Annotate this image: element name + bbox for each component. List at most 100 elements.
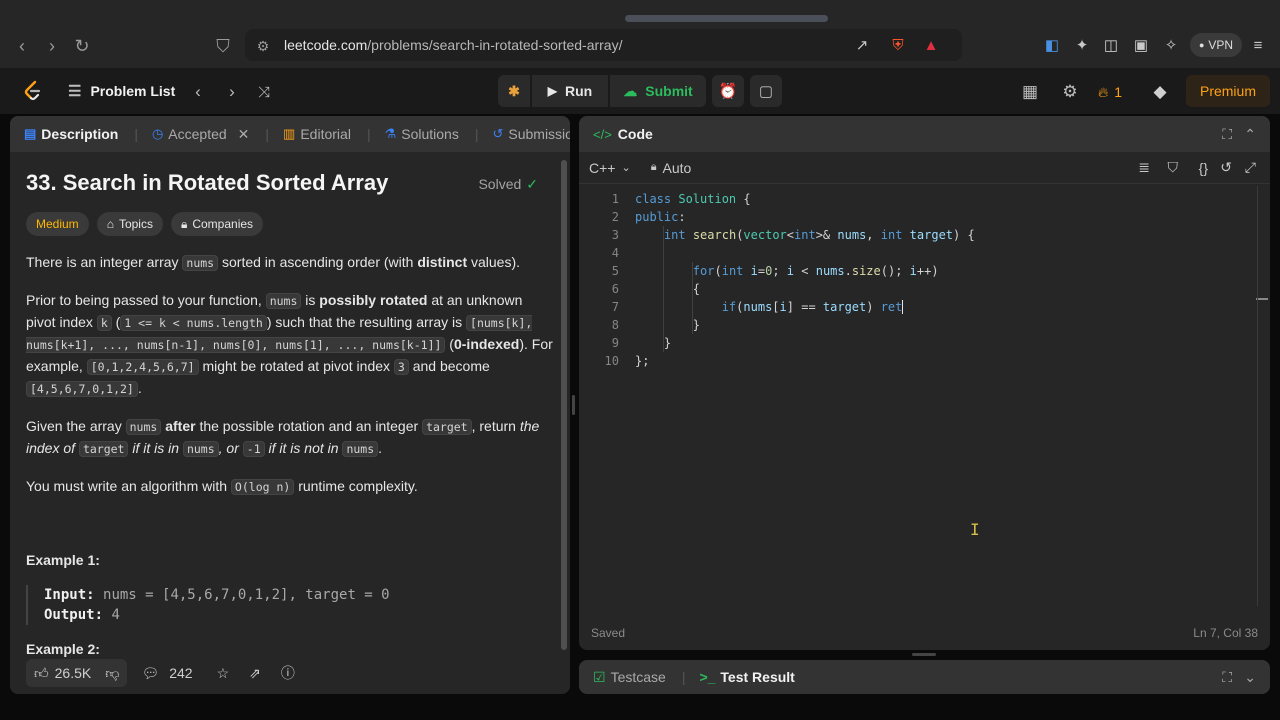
collapse-up-icon[interactable]: ⌃	[1244, 126, 1256, 143]
tab-description[interactable]: ▤ Description	[24, 126, 118, 142]
terminal-icon: >_	[699, 669, 716, 685]
streak-counter[interactable]: 🔥︎ 1	[1098, 80, 1138, 104]
document-icon: ▤	[24, 126, 37, 141]
auto-mode-button[interactable]: 🔒︎ Auto	[651, 160, 692, 176]
example-1-output: Output: 4	[44, 607, 120, 623]
code-line: 6 {	[611, 282, 701, 296]
code-icon: </>	[593, 126, 612, 142]
chevron-down-icon: ⌄	[621, 162, 631, 174]
panel-resize-handle[interactable]	[572, 395, 575, 415]
topics-button[interactable]: ⌂ Topics	[96, 212, 163, 236]
companies-button[interactable]: 🔒︎ Companies	[170, 212, 264, 236]
description-paragraph-3: Given the array nums after the possible …	[26, 418, 540, 457]
braces-icon[interactable]: {}	[1199, 160, 1208, 176]
vpn-button[interactable]: ● VPN	[1190, 33, 1242, 57]
translate-icon[interactable]: ◧	[1042, 35, 1062, 55]
shuffle-icon[interactable]: ⤨	[252, 80, 276, 104]
debug-button[interactable]: ✱	[498, 75, 530, 107]
solved-badge: Solved ✓	[478, 174, 538, 195]
leo-ai-icon[interactable]: ✧	[1161, 35, 1181, 55]
url-domain: leetcode.com	[284, 37, 368, 53]
tab-testcase-label: Testcase	[610, 669, 666, 685]
avatar[interactable]: ◆	[1148, 80, 1172, 104]
tab-testcase[interactable]: ☑ Testcase	[593, 669, 666, 686]
forward-icon[interactable]: ›	[40, 34, 64, 58]
tab-solutions-label: Solutions	[401, 126, 459, 142]
url-text[interactable]: leetcode.com/problems/search-in-rotated-…	[284, 37, 623, 53]
checkbox-icon: ☑	[593, 668, 606, 685]
tab-test-result[interactable]: >_ Test Result	[699, 669, 794, 685]
submit-button[interactable]: ☁ Submit	[610, 75, 706, 107]
layout-icon[interactable]: ▦	[1018, 80, 1042, 104]
url-path: /problems/search-in-rotated-sorted-array…	[367, 37, 623, 53]
close-icon[interactable]: ✕	[238, 126, 250, 143]
favorite-button[interactable]: ☆	[217, 659, 230, 687]
expand-icon[interactable]: ⤢	[1245, 159, 1256, 176]
problem-list-button[interactable]: ☰ Problem List	[68, 82, 175, 100]
timer-button[interactable]: ⏰	[712, 75, 744, 107]
tab-divider: |	[474, 126, 479, 142]
tab-solutions[interactable]: ⚗ Solutions	[385, 126, 459, 142]
notes-button[interactable]: ▢	[750, 75, 782, 107]
sidebar-icon[interactable]: ◫	[1101, 35, 1121, 55]
description-paragraph-2: Prior to being passed to your function, …	[26, 292, 553, 397]
submit-label: Submit	[645, 83, 693, 99]
maximize-icon[interactable]: ⛶	[1222, 669, 1232, 686]
leetcode-logo-icon[interactable]	[22, 80, 44, 102]
rewards-icon[interactable]: ▲	[921, 35, 941, 55]
tab-submissions[interactable]: ↺ Submissions	[492, 126, 570, 142]
language-select[interactable]: C++ ⌄	[589, 160, 631, 176]
panel-resize-handle[interactable]	[912, 653, 936, 656]
problem-title: 33. Search in Rotated Sorted Array	[26, 170, 389, 195]
star-icon: ☆	[216, 664, 230, 681]
comments-button[interactable]: 💬︎ 242	[141, 659, 192, 687]
code-line: 8 }	[611, 318, 701, 332]
avatar-icon: ◆	[1153, 82, 1167, 101]
thumbs-up-icon: 👍︎	[34, 664, 49, 681]
description-scrollbar[interactable]	[559, 156, 567, 668]
menu-icon[interactable]: ≡	[1248, 35, 1268, 55]
run-controls: ✱ ▶ Run ☁ Submit	[498, 75, 706, 107]
like-count: 26.5K	[54, 665, 92, 681]
help-button[interactable]: ⓘ	[281, 659, 295, 687]
alarm-icon: ⏰	[718, 83, 738, 100]
editor-scrollbar[interactable]	[1257, 186, 1258, 606]
like-button[interactable]: 👍︎ 26.5K 👎︎	[26, 659, 128, 687]
bookmark-icon[interactable]: ⛉	[1168, 159, 1179, 176]
format-icon[interactable]: ≣	[1138, 159, 1150, 176]
wallet-icon[interactable]: ▣	[1131, 35, 1151, 55]
reset-icon[interactable]: ↺	[1220, 159, 1232, 176]
next-problem-icon[interactable]: ›	[220, 80, 244, 104]
comment-icon: 💬︎	[141, 664, 160, 681]
tab-accepted[interactable]: ◷ Accepted ✕	[152, 126, 249, 143]
scrollbar-thumb[interactable]	[561, 160, 567, 650]
back-icon[interactable]: ‹	[10, 34, 34, 58]
code-panel: </> Code ⛶ ⌃ C++ ⌄ 🔒︎ Auto ≣ ⛉ {} ↺ ⤢ 1 cla…	[579, 116, 1270, 650]
test-panel: ☑ Testcase | >_ Test Result ⛶ ⌄	[579, 660, 1270, 694]
premium-button[interactable]: Premium	[1186, 75, 1270, 107]
settings-gear-icon[interactable]: ⚙	[1058, 80, 1082, 104]
reload-icon[interactable]: ↻	[70, 34, 94, 58]
comment-count: 242	[169, 665, 193, 681]
bookmark-icon[interactable]: ⛉	[211, 34, 235, 58]
tab-editorial[interactable]: ▥ Editorial	[283, 126, 351, 142]
tab-strip-handle[interactable]	[625, 15, 828, 22]
share-button[interactable]: ⇗	[249, 659, 261, 687]
prev-problem-icon[interactable]: ‹	[186, 80, 210, 104]
code-editor[interactable]: 1 class Solution { 2 public: 3 int search(…	[579, 186, 1269, 626]
maximize-icon[interactable]: ⛶	[1222, 126, 1232, 143]
language-label: C++	[589, 159, 616, 176]
extensions-icon[interactable]: ✦	[1072, 35, 1092, 55]
tab-divider: |	[681, 669, 686, 685]
code-line: 4	[611, 246, 619, 260]
fire-icon: 🔥︎	[1098, 83, 1109, 100]
share-icon[interactable]: ↗	[852, 35, 872, 55]
chevron-down-icon[interactable]: ⌄	[1244, 669, 1256, 686]
flask-icon: ⚗	[384, 126, 397, 141]
thumbs-down-icon[interactable]: 👎︎	[105, 665, 119, 682]
history-icon: ↺	[492, 126, 504, 141]
brave-shield-icon[interactable]: ⛨	[888, 35, 908, 55]
code-line: 7 if(nums[i] == target) ret	[611, 299, 904, 315]
site-settings-icon[interactable]: ⚙	[251, 34, 275, 58]
run-button[interactable]: ▶ Run	[532, 75, 608, 107]
